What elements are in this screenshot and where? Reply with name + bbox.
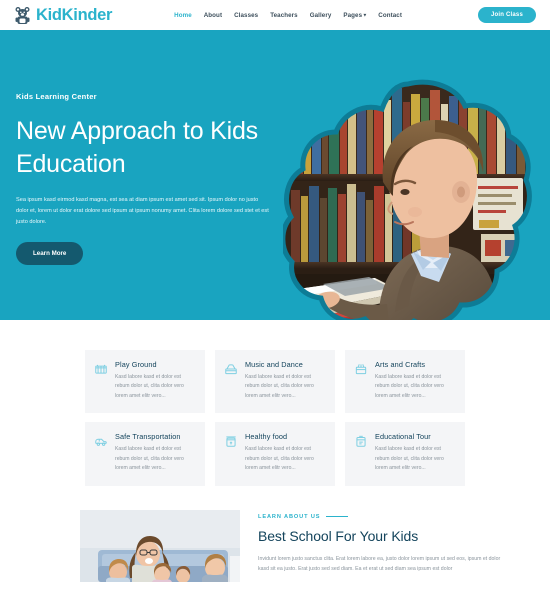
about-title: Best School For Your Kids [258,527,419,544]
music-dance-icon [224,362,238,376]
feature-card-healthy-food[interactable]: Healthy food Kasd labore kasd et dolor e… [215,422,335,486]
feature-card-arts-and-crafts[interactable]: Arts and Crafts Kasd labore kasd et dolo… [345,350,465,414]
about-copy: LEARN ABOUT US Best School For Your Kids… [240,510,510,582]
about-kicker-label: LEARN ABOUT US [258,513,321,520]
feature-text: Kasd labore kasd et dolor est rebum dolo… [375,446,444,472]
about-kicker: LEARN ABOUT US [258,514,510,520]
nav-item-pages-label: Pages [343,11,363,19]
feature-card-safe-transportation[interactable]: Safe Transportation Kasd labore kasd et … [85,422,205,486]
features-row-1: Play Ground Kasd labore kasd et dolor es… [85,350,465,414]
nav-item-classes[interactable]: Classes [234,12,258,19]
about-paragraph: Invidunt lorem justo sanctus clita. Erat… [258,555,501,573]
feature-text: Kasd labore kasd et dolor est rebum dolo… [245,374,314,399]
feature-text: Kasd labore kasd et dolor est rebum dolo… [245,446,314,472]
brand-name: KidKinder [36,5,113,24]
hero-title: New Approach to Kids Education [16,117,258,178]
hero-section: Kids Learning Center New Approach to Kid… [0,32,550,320]
join-class-button[interactable]: Join Class [477,7,536,23]
feature-title: Educational Tour [375,432,431,442]
features-section: Play Ground Kasd labore kasd et dolor es… [0,320,550,486]
feature-title: Safe Transportation [115,432,181,442]
main-navigation: Home About Classes Teachers Gallery Page… [174,12,402,19]
nav-item-home[interactable]: Home [174,12,192,19]
school-bus-icon [94,434,108,448]
about-image [80,509,240,582]
hero-eyebrow: Kids Learning Center [16,92,97,101]
hero-paragraph: Sea ipsum kasd eirmod kasd magna, est se… [16,197,269,225]
chevron-down-icon: ▾ [363,12,367,18]
feature-title: Play Ground [115,360,157,369]
feature-card-educational-tour[interactable]: Educational Tour Kasd labore kasd et dol… [345,422,465,486]
healthy-food-icon [224,434,238,448]
kicker-divider-line [326,516,349,518]
nav-item-teachers[interactable]: Teachers [270,12,298,19]
nav-item-gallery[interactable]: Gallery [310,12,332,19]
site-header: KidKinder Home About Classes Teachers Ga… [0,0,550,32]
features-row-2: Safe Transportation Kasd labore kasd et … [85,422,465,486]
nav-item-pages[interactable]: Pages ▾ [343,12,366,19]
feature-text: Kasd labore kasd et dolor est rebum dolo… [115,446,184,472]
feature-title: Music and Dance [245,360,303,369]
feature-title: Healthy food [245,432,288,442]
playground-icon [94,362,108,376]
learn-more-button[interactable]: Learn More [16,241,84,265]
nav-item-about[interactable]: About [204,12,222,19]
brand-logo[interactable]: KidKinder [14,6,112,25]
hero-copy: Kids Learning Center New Approach to Kid… [16,92,284,265]
feature-text: Kasd labore kasd et dolor est rebum dolo… [115,374,184,399]
feature-card-play-ground[interactable]: Play Ground Kasd labore kasd et dolor es… [85,350,205,414]
about-section: LEARN ABOUT US Best School For Your Kids… [0,509,550,582]
bear-logo-icon [14,6,31,25]
arts-crafts-icon [354,362,368,376]
hero-image-cloud [283,78,533,320]
feature-card-music-and-dance[interactable]: Music and Dance Kasd labore kasd et dolo… [215,350,335,414]
nav-item-contact[interactable]: Contact [378,12,402,19]
feature-text: Kasd labore kasd et dolor est rebum dolo… [375,374,444,399]
educational-tour-icon [354,434,368,448]
feature-title: Arts and Crafts [375,360,426,369]
